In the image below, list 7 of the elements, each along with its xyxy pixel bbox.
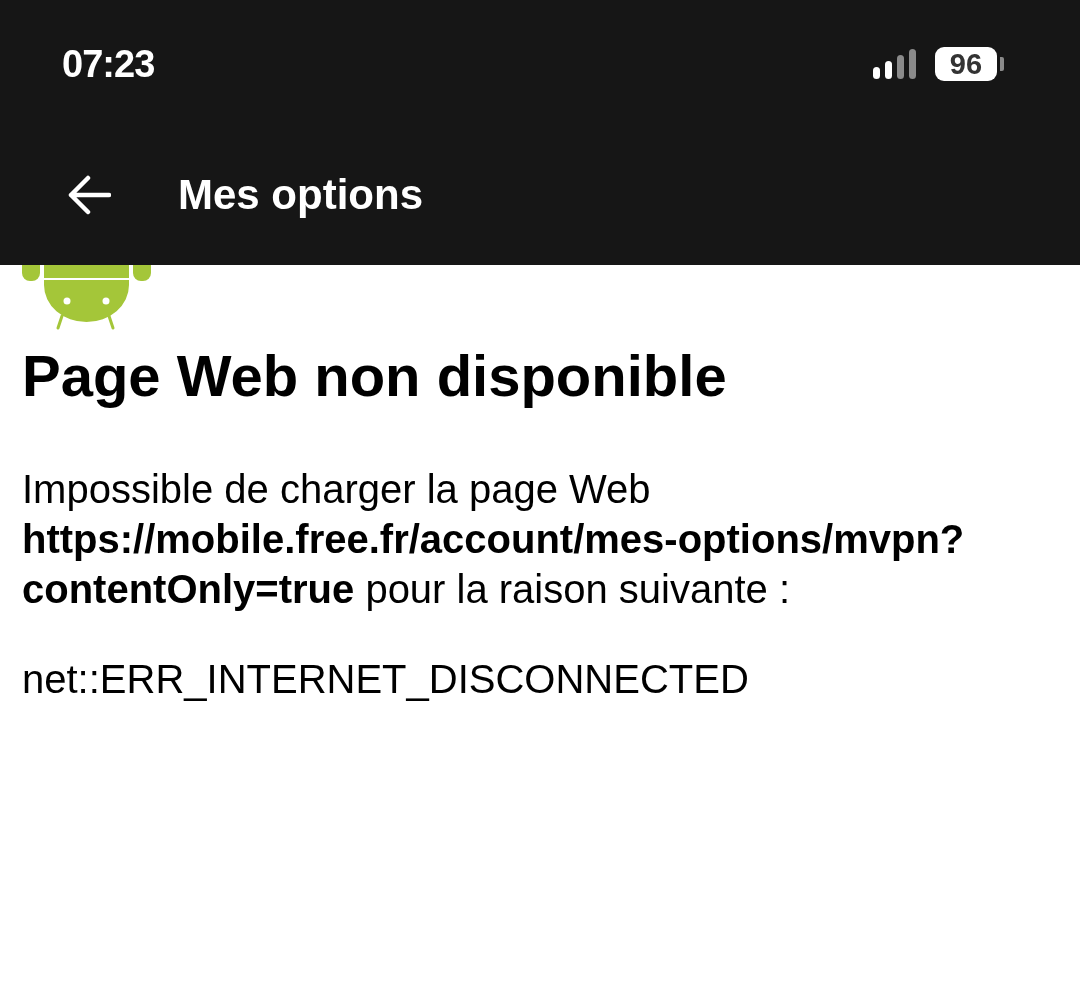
error-message: Impossible de charger la page Web https://mobile.free.fr/account/mes-options/mvpn?contentOnly=true pour la raison suivante : xyxy=(22,466,966,613)
error-title: Page Web non disponible xyxy=(22,344,728,408)
app-bar-title: Mes options xyxy=(178,170,423,220)
signal-icon xyxy=(873,49,918,79)
status-time: 07:23 xyxy=(62,41,155,87)
back-arrow-icon xyxy=(67,174,111,215)
error-code: net::ERR_INTERNET_DISCONNECTED xyxy=(22,656,750,703)
